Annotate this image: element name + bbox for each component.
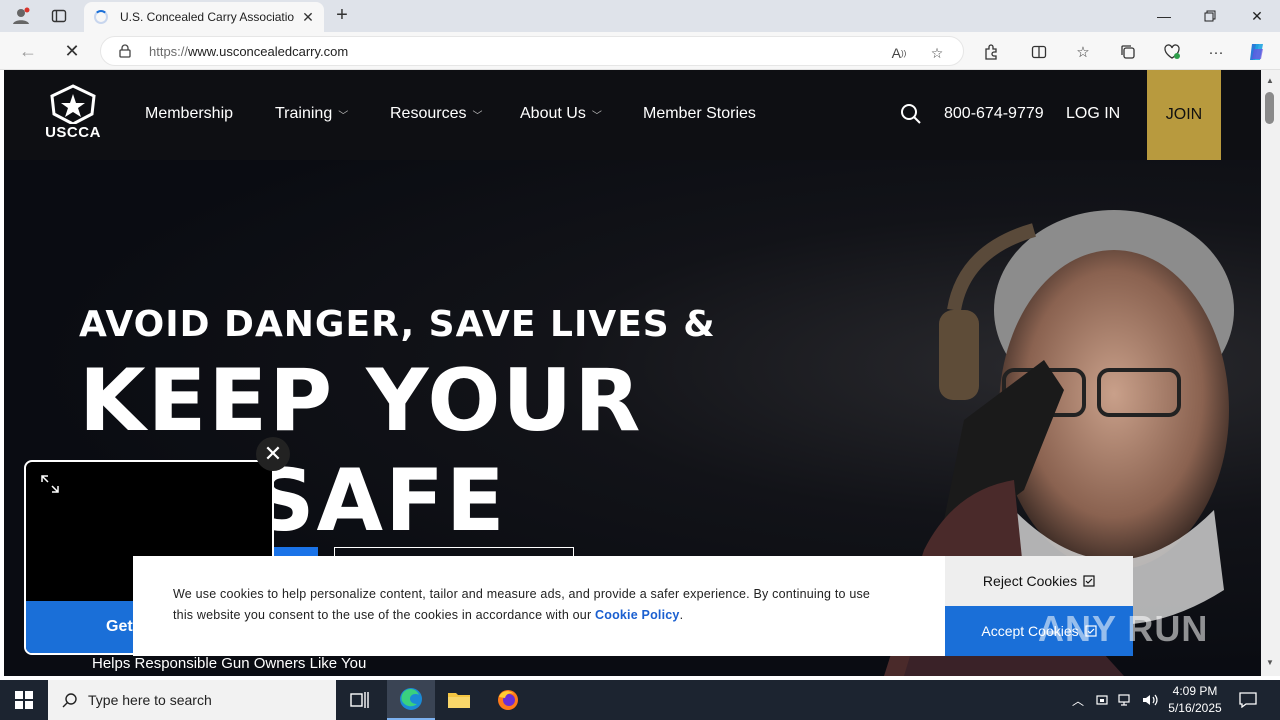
cookie-banner: We use cookies to help personalize conte… bbox=[133, 556, 1133, 656]
nav-label: Resources bbox=[390, 105, 467, 122]
back-button[interactable]: ← bbox=[16, 39, 40, 63]
phone-number-link[interactable]: 800-674-9779 bbox=[944, 105, 1044, 123]
system-clock[interactable]: 4:09 PM 5/16/2025 bbox=[1160, 683, 1230, 717]
reject-label: Reject Cookies bbox=[982, 573, 1078, 589]
scroll-down-icon[interactable]: ▼ bbox=[1265, 658, 1275, 667]
favorite-star-icon[interactable]: ☆ bbox=[927, 43, 947, 63]
nav-label: About Us bbox=[520, 105, 586, 122]
search-icon bbox=[62, 693, 77, 708]
cookie-policy-link[interactable]: Cookie Policy bbox=[595, 608, 680, 622]
watermark-text: ANY RUN bbox=[1038, 608, 1209, 649]
loading-spinner-icon bbox=[94, 10, 108, 24]
edge-taskbar-icon[interactable] bbox=[387, 680, 435, 720]
read-aloud-icon[interactable]: A)) bbox=[889, 43, 909, 63]
show-hidden-icons[interactable]: ︿ bbox=[1068, 680, 1088, 720]
taskbar-search-box[interactable]: Type here to search bbox=[48, 680, 336, 720]
browser-tab-bar: U.S. Concealed Carry Associatio ✕ + — ✕ bbox=[0, 0, 1280, 32]
task-view-icon[interactable] bbox=[336, 680, 384, 720]
url-text[interactable]: https://www.usconcealedcarry.com bbox=[149, 44, 348, 59]
browser-essentials-icon[interactable] bbox=[1161, 41, 1183, 63]
nav-label: Member Stories bbox=[643, 105, 756, 122]
new-tab-button[interactable]: + bbox=[330, 4, 354, 28]
more-menu-icon[interactable]: ··· bbox=[1205, 41, 1227, 63]
hero-tagline: Helps Responsible Gun Owners Like You bbox=[92, 655, 367, 672]
close-tab-icon[interactable]: ✕ bbox=[298, 9, 318, 26]
scroll-thumb[interactable] bbox=[1265, 92, 1274, 124]
volume-icon[interactable] bbox=[1140, 680, 1160, 720]
restore-button[interactable] bbox=[1187, 0, 1233, 32]
cookie-text: We use cookies to help personalize conte… bbox=[173, 584, 893, 626]
chevron-down-icon: ﹀ bbox=[472, 110, 483, 122]
web-page: USCCA Membership Training ﹀ Resources ﹀ Ab… bbox=[4, 70, 1261, 676]
profile-icon[interactable] bbox=[10, 5, 32, 27]
page-scrollbar[interactable]: ▲ ▼ bbox=[1261, 70, 1280, 676]
close-video-button[interactable]: ✕ bbox=[256, 437, 290, 471]
minimize-button[interactable]: — bbox=[1141, 0, 1187, 32]
clock-date: 5/16/2025 bbox=[1168, 701, 1222, 715]
nav-member-stories[interactable]: Member Stories bbox=[643, 105, 756, 123]
nav-about-us[interactable]: About Us ﹀ bbox=[520, 105, 602, 123]
notifications-icon[interactable] bbox=[1236, 680, 1260, 720]
device-icon[interactable] bbox=[1092, 680, 1112, 720]
site-header: USCCA Membership Training ﹀ Resources ﹀ Ab… bbox=[4, 70, 1261, 160]
search-icon[interactable] bbox=[900, 103, 922, 130]
chevron-down-icon: ﹀ bbox=[591, 110, 602, 122]
favorites-icon[interactable]: ☆ bbox=[1072, 41, 1094, 63]
file-explorer-icon[interactable] bbox=[435, 680, 483, 720]
nav-resources[interactable]: Resources ﹀ bbox=[390, 105, 482, 123]
url-domain: www.usconcealedcarry.com bbox=[188, 44, 349, 59]
close-window-button[interactable]: ✕ bbox=[1234, 0, 1280, 32]
cookie-message: We use cookies to help personalize conte… bbox=[173, 587, 871, 622]
join-button[interactable]: JOIN bbox=[1147, 70, 1221, 160]
extensions-icon[interactable] bbox=[980, 41, 1002, 63]
url-scheme: https:// bbox=[149, 44, 189, 59]
nav-membership[interactable]: Membership bbox=[145, 105, 233, 123]
tab-actions-icon[interactable] bbox=[48, 5, 70, 27]
windows-start-button[interactable] bbox=[0, 680, 48, 720]
address-toolbar: ← ✕ https://www.usconcealedcarry.com A))… bbox=[0, 32, 1280, 70]
anyrun-watermark: ANY RUN bbox=[1038, 608, 1208, 650]
expand-icon[interactable] bbox=[40, 474, 60, 499]
address-bar[interactable]: https://www.usconcealedcarry.com A)) ☆ bbox=[100, 36, 964, 66]
tab-title: U.S. Concealed Carry Associatio bbox=[120, 10, 295, 24]
reject-cookies-button[interactable]: Reject Cookies bbox=[945, 556, 1133, 606]
cookie-text-period: . bbox=[679, 608, 684, 622]
network-icon[interactable] bbox=[1116, 680, 1136, 720]
copilot-icon[interactable] bbox=[1246, 41, 1268, 63]
login-link[interactable]: LOG IN bbox=[1066, 105, 1120, 123]
nav-training[interactable]: Training ﹀ bbox=[275, 105, 348, 123]
checkbox-icon bbox=[1083, 575, 1095, 587]
lock-icon[interactable] bbox=[119, 44, 131, 63]
stop-loading-button[interactable]: ✕ bbox=[60, 39, 84, 63]
collections-icon[interactable] bbox=[1117, 41, 1139, 63]
search-placeholder: Type here to search bbox=[88, 692, 212, 708]
chevron-down-icon: ﹀ bbox=[338, 110, 349, 122]
shield-logo-icon bbox=[50, 84, 96, 126]
hero-subtitle: AVOID DANGER, SAVE LIVES & bbox=[79, 304, 716, 345]
clock-time: 4:09 PM bbox=[1172, 684, 1218, 698]
logo-text: USCCA bbox=[45, 124, 101, 141]
tab-uscca[interactable]: U.S. Concealed Carry Associatio ✕ bbox=[84, 2, 324, 32]
nav-label: Membership bbox=[145, 105, 234, 122]
nav-label: Training bbox=[275, 105, 333, 122]
windows-logo-icon bbox=[15, 691, 33, 709]
hero-title-line-1: KEEP YOUR bbox=[79, 351, 643, 451]
firefox-icon[interactable] bbox=[484, 680, 532, 720]
scroll-up-icon[interactable]: ▲ bbox=[1265, 76, 1275, 85]
split-screen-icon[interactable] bbox=[1028, 41, 1050, 63]
windows-taskbar: Type here to search ︿ 4:09 PM 5/16/2025 bbox=[0, 680, 1280, 720]
uscca-logo[interactable]: USCCA bbox=[44, 84, 102, 146]
